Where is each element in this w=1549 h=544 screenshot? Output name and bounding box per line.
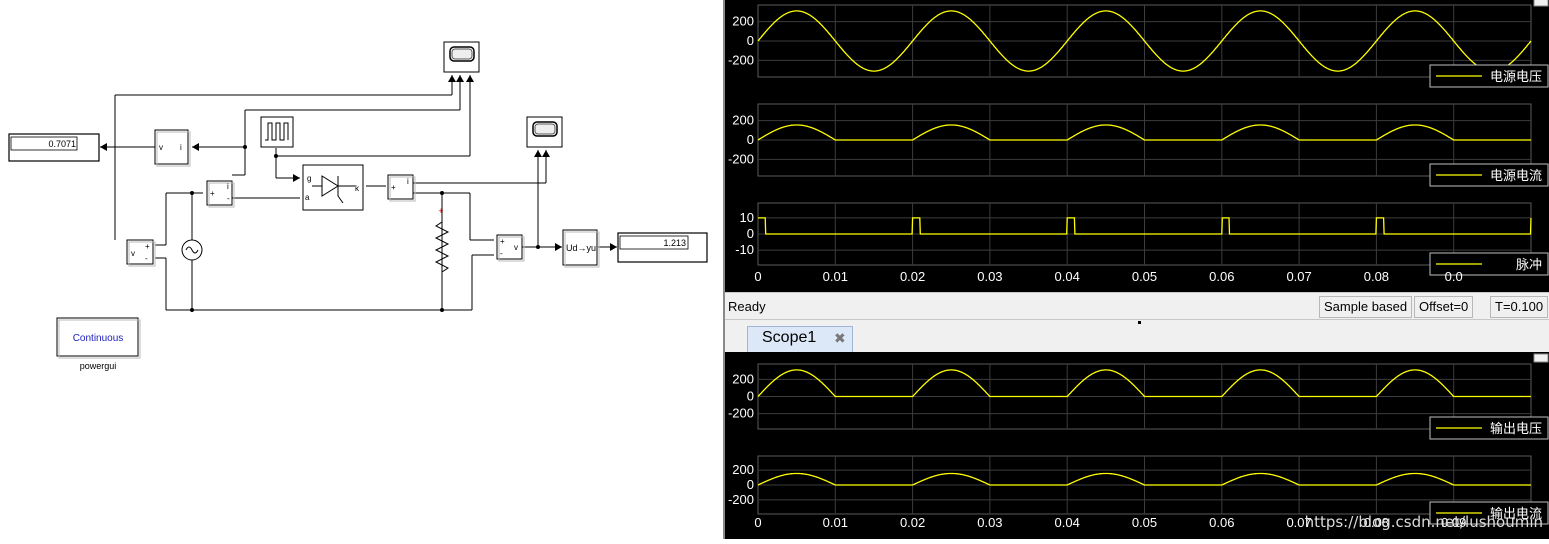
scope-top-axis2-ytick: 200 <box>732 113 754 128</box>
ac-voltage-source <box>181 232 203 268</box>
watermark-url: https://blog.csdn.net/lushoumin <box>1304 513 1543 531</box>
thyristor-block <box>302 164 364 211</box>
scope-top-axis1-ytick: 0 <box>747 33 754 48</box>
avg-display-value: 1.213 <box>663 238 686 248</box>
scope-top-xtick: 0 <box>754 269 761 284</box>
scope-top-plots: 2000-200电源电压2000-200电源电流100-10脉冲0 0.01 0.0… <box>728 0 1549 284</box>
vmeas-load-v: v <box>514 243 518 252</box>
scope-bottom-axis1-ytick: 0 <box>747 389 754 404</box>
thyristor-port-a: a <box>305 193 310 202</box>
scope-bottom-plots: 2000-200输出电压2000-200输出电流0 0.01 0.02 0.03 0.0… <box>728 353 1549 530</box>
scope-bottom-axis2-ytick: 0 <box>747 477 754 492</box>
scope-panel: 200 0 -200 电源电压 200 0 -200 电源电流 10 0 -10 脉冲 0 0.01 0.0… <box>723 0 1549 539</box>
scope-top-axis1-legend[interactable]: 电源电压 <box>1429 64 1549 88</box>
expand-icon[interactable] <box>1533 353 1549 363</box>
scope-bottom-axis1-legend[interactable]: 输出电压 <box>1429 416 1549 440</box>
scope-top-xtick: 0.01 <box>823 269 848 284</box>
model-diagram: 0.7071 1.213 v i g a k v + - + i - + i +… <box>8 41 708 371</box>
scope-top-axis2-legend-label: 电源电流 <box>1490 168 1542 183</box>
imeas-source-plus: + <box>210 189 215 198</box>
scope-top-axis3-ytick: 10 <box>740 210 754 225</box>
scope-bottom-xtick: 0.04 <box>1055 515 1080 530</box>
scope-bottom-xtick: 0.02 <box>900 515 925 530</box>
scope-top-axis2-ytick: -200 <box>728 151 754 166</box>
scope-bottom-axis1-legend-label: 输出电压 <box>1490 421 1542 436</box>
rms-block-v-label: v <box>159 143 163 152</box>
scope-bottom-xtick: 0.05 <box>1132 515 1157 530</box>
scope-top-xtick: 0.05 <box>1132 269 1157 284</box>
imeas-load-i: i <box>407 177 409 186</box>
scope-top-xtick: 0.07 <box>1286 269 1311 284</box>
rms-display-value: 0.7071 <box>48 139 76 149</box>
scope-tabstrip: Scope1 ✖ <box>725 324 1549 353</box>
thyristor-port-g: g <box>307 174 311 183</box>
scope-bottom-xtick: 0.06 <box>1209 515 1234 530</box>
scope-top-axis2-legend[interactable]: 电源电流 <box>1429 163 1549 187</box>
status-ready: Ready <box>728 299 766 314</box>
scope-top-xtick: 0.03 <box>977 269 1002 284</box>
vmeas-source-minus: - <box>145 254 148 263</box>
status-offset: Offset=0 <box>1414 296 1474 318</box>
simulink-model-canvas[interactable]: 0.7071 1.213 v i g a k v + - + i - + i +… <box>0 0 723 539</box>
scope-top-xtick: 0.0 <box>1445 269 1463 284</box>
vmeas-load-minus: - <box>500 249 503 258</box>
scope-bottom-axis1-ytick: -200 <box>728 406 754 421</box>
scope-top-axis3-ytick: -10 <box>735 242 754 257</box>
rms-block-i-label: i <box>180 143 182 152</box>
scope-bottom-xtick: 0.03 <box>977 515 1002 530</box>
scope-top-axis3-ytick: 0 <box>747 226 754 241</box>
scope-top-xtick: 0.08 <box>1364 269 1389 284</box>
status-time: T=0.100 <box>1490 296 1549 318</box>
imeas-load-plus: + <box>391 183 396 192</box>
vmeas-source-label: v <box>131 249 135 258</box>
mean-block-label: Ud→yu <box>566 243 596 253</box>
expand-icon[interactable] <box>1533 0 1549 7</box>
tab-scope1[interactable]: Scope1 ✖ <box>747 326 853 352</box>
imeas-source-minus: - <box>227 194 230 203</box>
scope-bottom-xtick: 0 <box>754 515 761 530</box>
scope-bottom-axis1-ytick: 200 <box>732 371 754 386</box>
scope-block-top <box>443 41 480 73</box>
powergui-mode: Continuous <box>73 333 124 344</box>
scope-statusbar: Ready Sample based Offset=0 T=0.100 <box>725 292 1549 320</box>
tab-scope1-label: Scope1 <box>762 329 817 346</box>
scope-bottom-xtick: 0.01 <box>823 515 848 530</box>
scope-bottom-axis2-ytick: -200 <box>728 492 754 507</box>
imeas-source-i: i <box>227 182 229 191</box>
scope-top-axis1-ytick: -200 <box>728 52 754 67</box>
scope-top-axis2-ytick: 0 <box>747 132 754 147</box>
svg-text:+: + <box>438 206 443 216</box>
close-icon[interactable]: ✖ <box>834 330 846 347</box>
status-sample-based: Sample based <box>1319 296 1413 318</box>
vmeas-load-plus: + <box>500 237 505 246</box>
scope-top-axis1-legend-label: 电源电压 <box>1490 69 1542 84</box>
scope-top-axis3-legend-label: 脉冲 <box>1516 257 1542 272</box>
scope-block-right <box>526 116 563 148</box>
vmeas-source-plus: + <box>145 242 150 251</box>
scope-bottom-axis2-ytick: 200 <box>732 462 754 477</box>
scope-top-xtick: 0.02 <box>900 269 925 284</box>
powergui-label: powergui <box>80 361 117 371</box>
pulse-generator-block <box>260 116 294 148</box>
scope-top-xtick: 0.06 <box>1209 269 1234 284</box>
scope-top-axis1-ytick: 200 <box>732 14 754 29</box>
scope-top-xtick: 0.04 <box>1055 269 1080 284</box>
